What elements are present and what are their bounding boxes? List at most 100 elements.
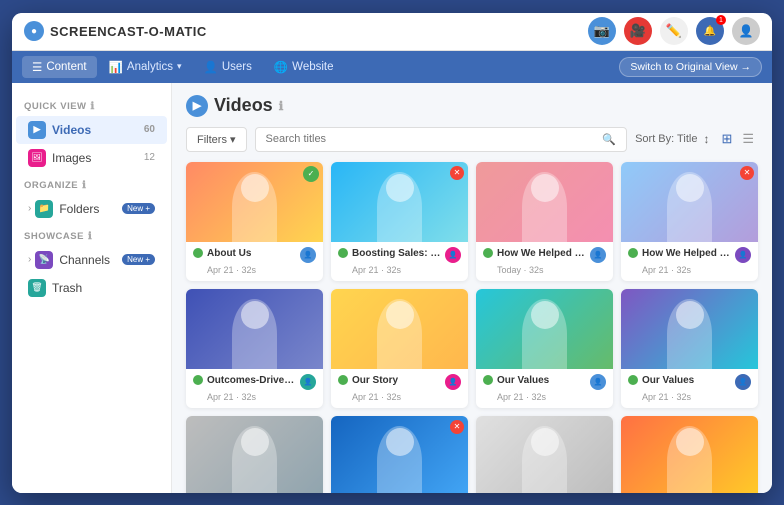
page-title-icon: ▶ bbox=[186, 95, 208, 117]
list-view-button[interactable]: ☰ bbox=[738, 129, 758, 149]
video-title: How We Helped X&Co bbox=[642, 247, 731, 260]
search-input[interactable] bbox=[266, 133, 597, 145]
video-info: Apr 21 · 32s bbox=[628, 392, 751, 402]
folders-icon: 📁 bbox=[35, 200, 53, 218]
sort-control: Sort By: Title ↕ bbox=[635, 132, 709, 146]
tab-analytics[interactable]: 📊 Analytics ▾ bbox=[99, 56, 192, 78]
thumb-x-icon: ✕ bbox=[740, 166, 754, 180]
video-thumbnail bbox=[621, 416, 758, 493]
video-status-dot bbox=[338, 248, 348, 258]
filters-label: Filters ▾ bbox=[197, 133, 236, 146]
organize-label: ORGANIZE bbox=[24, 180, 78, 191]
video-meta: How We Helped X&Co👤Today · 32s bbox=[476, 242, 613, 281]
video-info: Apr 21 · 32s bbox=[338, 265, 461, 275]
sidebar-item-trash[interactable]: 🗑 Trash bbox=[16, 274, 167, 302]
video-title-row: How We Helped X&Co 👤 bbox=[628, 247, 751, 263]
video-meta: Our Story👤Apr 21 · 32s bbox=[331, 369, 468, 408]
thumb-x-icon: ✕ bbox=[450, 420, 464, 434]
switch-view-label: Switch to Original View → bbox=[630, 61, 751, 73]
sidebar-item-folders[interactable]: › 📁 Folders New + bbox=[16, 195, 167, 223]
sidebar: QUICK VIEW ℹ ▶ Videos 60 🖼 Images 12 ORG… bbox=[12, 83, 172, 493]
tab-content[interactable]: ☰ Content bbox=[22, 56, 97, 78]
images-count: 12 bbox=[144, 152, 155, 163]
thumb-figure: ✕ bbox=[621, 162, 758, 242]
video-card[interactable]: ✕ Boosting Sales: X&Co👤 Apr 21 · 32s bbox=[331, 162, 468, 281]
video-status-dot bbox=[483, 375, 493, 385]
videos-icon: ▶ bbox=[28, 121, 46, 139]
video-title-row: Our Story👤 bbox=[338, 374, 461, 390]
showcase-section: SHOWCASE ℹ bbox=[12, 223, 171, 246]
edit-icon[interactable]: ✏️ bbox=[660, 17, 688, 45]
video-card[interactable]: Our Values👤Apr 21 · 32s bbox=[476, 289, 613, 408]
video-card[interactable]: ✕ How We Helped X&Co 👤 Apr 21 · 32s bbox=[621, 162, 758, 281]
sidebar-item-images[interactable]: 🖼 Images 12 bbox=[16, 144, 167, 172]
video-avatar: 👤 bbox=[735, 247, 751, 263]
video-thumbnail bbox=[186, 289, 323, 369]
notification-icon[interactable]: 🔔 1 bbox=[696, 17, 724, 45]
tab-website[interactable]: 🌐 Website bbox=[264, 56, 344, 78]
video-meta: About Us👤Apr 21 · 32s bbox=[186, 242, 323, 281]
search-box: 🔍 bbox=[255, 127, 628, 152]
organize-info-icon: ℹ bbox=[82, 180, 86, 191]
video-title: Our Values bbox=[497, 374, 586, 387]
nav-bar: ☰ Content 📊 Analytics ▾ 👤 Users 🌐 Websit… bbox=[12, 51, 772, 83]
sort-direction-button[interactable]: ↕ bbox=[703, 132, 709, 146]
showcase-label: SHOWCASE bbox=[24, 231, 84, 242]
video-title-row: How We Helped X&Co👤 bbox=[483, 247, 606, 263]
video-icon[interactable]: 🎥 bbox=[624, 17, 652, 45]
title-bar: ● SCREENCAST-O-MATIC 📷 🎥 ✏️ 🔔 1 👤 bbox=[12, 13, 772, 51]
folders-badge: New + bbox=[122, 203, 155, 214]
trash-label: Trash bbox=[52, 281, 82, 295]
video-thumbnail bbox=[621, 289, 758, 369]
sidebar-item-channels[interactable]: › 📡 Channels New + bbox=[16, 246, 167, 274]
video-card[interactable]: The Numbers: Young...👤Apr 21 · 32s bbox=[476, 416, 613, 493]
sidebar-item-videos[interactable]: ▶ Videos 60 bbox=[16, 116, 167, 144]
video-thumbnail bbox=[476, 162, 613, 242]
video-card[interactable]: Outcomes-Driven Ap...👤Apr 21 · 32s bbox=[186, 289, 323, 408]
page-title: Videos bbox=[214, 95, 273, 116]
video-card[interactable]: The Numbers: Young...👤Apr 21 · 32s bbox=[621, 416, 758, 493]
video-meta: How We Helped X&Co 👤 Apr 21 · 32s bbox=[621, 242, 758, 281]
video-status-dot bbox=[628, 248, 638, 258]
video-avatar: 👤 bbox=[300, 247, 316, 263]
trash-icon: 🗑 bbox=[28, 279, 46, 297]
video-grid: ✓About Us👤Apr 21 · 32s✕Boosting Sales: X… bbox=[186, 162, 758, 493]
video-title-row: About Us👤 bbox=[193, 247, 316, 263]
video-card[interactable]: Our Story👤Apr 21 · 32s bbox=[331, 289, 468, 408]
video-meta: Our Values👤 Apr 21 · 32s bbox=[621, 369, 758, 408]
camera-icon[interactable]: 📷 bbox=[588, 17, 616, 45]
grid-view-button[interactable]: ⊞ bbox=[717, 129, 736, 149]
video-card[interactable]: How We Helped X&Co👤Today · 32s bbox=[476, 162, 613, 281]
thumb-figure bbox=[621, 289, 758, 369]
video-card[interactable]: ✓About Us👤Apr 21 · 32s bbox=[186, 162, 323, 281]
video-title-row: Our Values👤 bbox=[628, 374, 751, 390]
users-tab-label: Users bbox=[222, 61, 252, 73]
tab-users[interactable]: 👤 Users bbox=[193, 56, 261, 78]
video-info: Apr 21 · 32s bbox=[628, 265, 751, 275]
video-avatar: 👤 bbox=[590, 247, 606, 263]
thumb-figure bbox=[186, 416, 323, 493]
video-info: Apr 21 · 32s bbox=[193, 392, 316, 402]
video-card[interactable]: Principles We Stand By ...👤Apr 21 · 32s bbox=[186, 416, 323, 493]
page-info-icon: ℹ bbox=[279, 99, 284, 113]
channels-badge: New + bbox=[122, 254, 155, 265]
thumb-figure bbox=[476, 162, 613, 242]
thumb-figure: ✓ bbox=[186, 162, 323, 242]
filters-button[interactable]: Filters ▾ bbox=[186, 127, 247, 152]
video-status-dot bbox=[338, 375, 348, 385]
video-title: Boosting Sales: X&Co bbox=[352, 247, 441, 260]
video-title-row: Boosting Sales: X&Co👤 bbox=[338, 247, 461, 263]
user-avatar[interactable]: 👤 bbox=[732, 17, 760, 45]
users-tab-icon: 👤 bbox=[203, 60, 217, 74]
video-card[interactable]: ✕Sales Lift: Merriweati...👤Apr 21 · 32s bbox=[331, 416, 468, 493]
website-tab-label: Website bbox=[292, 61, 333, 73]
video-meta: Boosting Sales: X&Co👤 Apr 21 · 32s bbox=[331, 242, 468, 281]
video-card[interactable]: Our Values👤 Apr 21 · 32s bbox=[621, 289, 758, 408]
switch-view-button[interactable]: Switch to Original View → bbox=[619, 57, 762, 77]
thumb-figure: ✕ bbox=[331, 416, 468, 493]
video-status-dot bbox=[483, 248, 493, 258]
thumb-x-icon: ✕ bbox=[450, 166, 464, 180]
content-tab-icon: ☰ bbox=[32, 60, 42, 74]
channels-icon: 📡 bbox=[35, 251, 53, 269]
sort-label: Sort By: Title bbox=[635, 133, 697, 145]
